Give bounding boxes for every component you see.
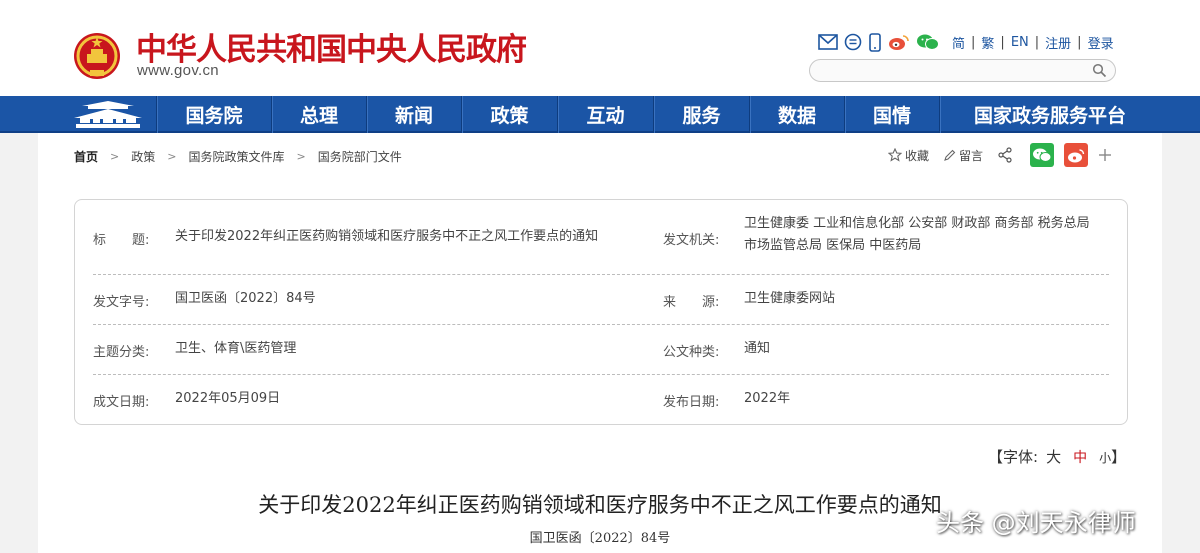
comment-button[interactable]: 留言	[943, 147, 983, 164]
weibo-share-button[interactable]	[1064, 143, 1089, 167]
share-button[interactable]	[997, 147, 1016, 163]
english-link[interactable]: EN	[1011, 35, 1029, 50]
pencil-icon	[944, 149, 956, 161]
breadcrumb-department-docs[interactable]: 国务院部门文件	[318, 148, 402, 165]
metadata-row: 成文日期: 2022年05月09日 发布日期: 2022年	[93, 375, 1109, 425]
metadata-row: 发文字号: 国卫医函〔2022〕84号 来 源: 卫生健康委网站	[93, 275, 1109, 325]
doc-type-value: 通知	[744, 341, 771, 356]
share-icon	[998, 147, 1012, 163]
traditional-chinese-link[interactable]: 繁	[981, 33, 994, 52]
breadcrumb: 首页 > 政策 > 国务院政策文件库 > 国务院部门文件	[74, 148, 402, 165]
document-metadata-box: 标 题: 关于印发2022年纠正医药购销领域和医疗服务中不正之风工作要点的通知 …	[74, 199, 1128, 425]
nav-item-interaction[interactable]: 互动	[558, 96, 653, 133]
article-actions: 收藏 留言	[888, 143, 1112, 167]
wechat-share-button[interactable]	[1030, 143, 1055, 167]
written-date-value: 2022年05月09日	[175, 391, 281, 406]
mail-icon[interactable]	[818, 34, 838, 50]
star-icon	[888, 148, 902, 162]
weibo-icon	[1068, 148, 1085, 162]
chevron-right-icon: >	[296, 150, 306, 163]
breadcrumb-home[interactable]: 首页	[74, 148, 98, 165]
doc-type-label: 公文种类:	[663, 345, 720, 360]
title-label: 标 题:	[93, 233, 150, 248]
doc-number-label: 发文字号:	[93, 295, 150, 310]
wechat-icon	[1033, 148, 1052, 162]
site-url[interactable]: www.gov.cn	[137, 62, 219, 79]
weibo-icon[interactable]	[888, 33, 910, 51]
issuer-value: 卫生健康委 工业和信息化部 公安部 财政部 商务部 税务总局 市场监管总局 医保…	[744, 216, 1090, 253]
tiananmen-icon	[74, 100, 142, 128]
nav-item-gov-service-platform[interactable]: 国家政务服务平台	[940, 96, 1160, 133]
nav-item-policy[interactable]: 政策	[462, 96, 557, 133]
source-label: 来 源:	[663, 295, 720, 310]
breadcrumb-policy[interactable]: 政策	[131, 148, 155, 165]
font-size-large[interactable]: 大	[1046, 446, 1061, 467]
source-value: 卫生健康委网站	[744, 291, 836, 306]
metadata-row: 标 题: 关于印发2022年纠正医药购销领域和医疗服务中不正之风工作要点的通知 …	[93, 200, 1109, 275]
issuer-label: 发文机关:	[663, 233, 720, 248]
nav-item-news[interactable]: 新闻	[367, 96, 461, 133]
mobile-icon[interactable]	[868, 32, 882, 52]
nav-item-services[interactable]: 服务	[654, 96, 749, 133]
site-header: 中华人民共和国中央人民政府 www.gov.cn 简 | 繁 | EN | 注册…	[0, 0, 1200, 96]
breadcrumb-policy-library[interactable]: 国务院政策文件库	[188, 148, 284, 165]
search-input[interactable]	[809, 59, 1116, 82]
topic-label: 主题分类:	[93, 345, 150, 360]
language-links: 简 | 繁 | EN | 注册 | 登录	[952, 33, 1114, 52]
chevron-right-icon: >	[110, 150, 120, 163]
title-value: 关于印发2022年纠正医药购销领域和医疗服务中不正之风工作要点的通知	[175, 229, 599, 244]
content-panel: 首页 > 政策 > 国务院政策文件库 > 国务院部门文件 收藏 留言 标 题: …	[38, 133, 1162, 553]
nav-item-premier[interactable]: 总理	[272, 96, 366, 133]
font-size-switcher: 【字体: 大 中 小 】	[988, 446, 1126, 467]
chevron-right-icon: >	[167, 150, 177, 163]
separator: |	[971, 34, 976, 50]
wechat-icon[interactable]	[916, 33, 940, 51]
comment-label: 留言	[959, 148, 984, 163]
font-size-prefix: 【字体:	[988, 448, 1039, 466]
watermark: 头条 @刘天永律师	[936, 509, 1136, 537]
login-link[interactable]: 登录	[1088, 33, 1114, 52]
published-date-label: 发布日期:	[663, 395, 720, 410]
font-size-small[interactable]: 小	[1099, 449, 1111, 466]
favorite-label: 收藏	[905, 148, 930, 163]
search-icon[interactable]	[1092, 63, 1107, 78]
doc-number-value: 国卫医函〔2022〕84号	[175, 291, 316, 306]
simplified-chinese-link[interactable]: 简	[952, 33, 965, 52]
nav-home[interactable]	[60, 96, 156, 133]
metadata-row: 主题分类: 卫生、体育\医药管理 公文种类: 通知	[93, 325, 1109, 375]
font-size-suffix: 】	[1111, 448, 1127, 466]
written-date-label: 成文日期:	[93, 395, 150, 410]
font-size-medium[interactable]: 中	[1073, 447, 1087, 467]
plus-icon[interactable]	[1098, 148, 1112, 162]
nav-item-state-council[interactable]: 国务院	[157, 96, 271, 133]
main-nav: 国务院 总理 新闻 政策 互动 服务 数据 国情 国家政务服务平台	[0, 96, 1200, 133]
chat-bubble-icon[interactable]	[844, 33, 862, 51]
favorite-button[interactable]: 收藏	[888, 147, 929, 164]
topic-value: 卫生、体育\医药管理	[175, 341, 297, 356]
published-date-value: 2022年	[744, 391, 791, 406]
national-emblem-logo[interactable]	[72, 30, 122, 82]
register-link[interactable]: 注册	[1045, 33, 1071, 52]
separator: |	[1077, 34, 1082, 50]
nav-item-data[interactable]: 数据	[750, 96, 844, 133]
separator: |	[1034, 34, 1040, 50]
nav-item-national-info[interactable]: 国情	[845, 96, 939, 133]
top-toolbar: 简 | 繁 | EN | 注册 | 登录	[818, 32, 1114, 52]
separator: |	[1000, 34, 1005, 50]
